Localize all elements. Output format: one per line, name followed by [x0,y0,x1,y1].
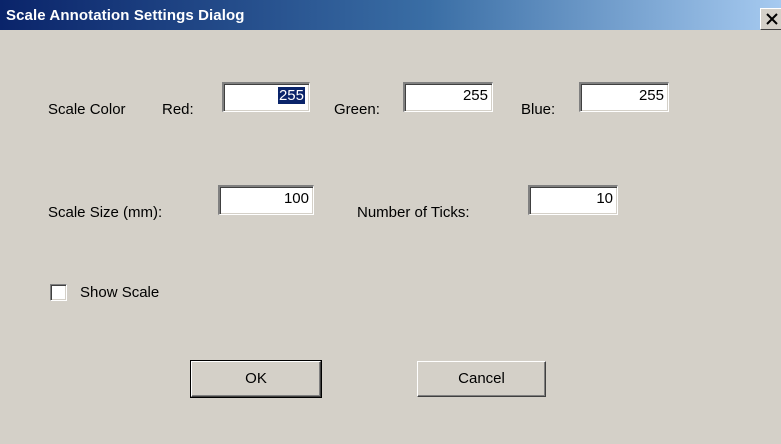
ticks-value: 10 [596,190,613,207]
blue-input[interactable]: 255 [579,82,669,112]
ok-button[interactable]: OK [190,360,322,398]
ticks-label: Number of Ticks: [357,204,470,221]
ticks-input[interactable]: 10 [528,185,618,215]
close-icon [766,13,778,25]
scale-color-label: Scale Color [48,101,126,118]
red-value: 255 [277,87,305,104]
blue-value: 255 [638,87,664,104]
window-title: Scale Annotation Settings Dialog [6,7,245,24]
scale-size-input[interactable]: 100 [218,185,314,215]
green-value: 255 [462,87,488,104]
dialog-body: Scale Color Red: 255 Green: 255 Blue: 25… [0,30,781,444]
show-scale-checkbox[interactable] [50,284,67,301]
red-label: Red: [162,101,194,118]
blue-label: Blue: [521,101,556,118]
title-bar: Scale Annotation Settings Dialog [0,0,781,30]
close-button[interactable] [760,8,781,30]
red-input[interactable]: 255 [222,82,310,112]
green-input[interactable]: 255 [403,82,493,112]
cancel-button[interactable]: Cancel [417,361,546,397]
scale-size-label: Scale Size (mm): [48,204,163,221]
scale-size-value: 100 [283,190,309,207]
green-label: Green: [334,101,380,118]
show-scale-label[interactable]: Show Scale [80,284,159,302]
